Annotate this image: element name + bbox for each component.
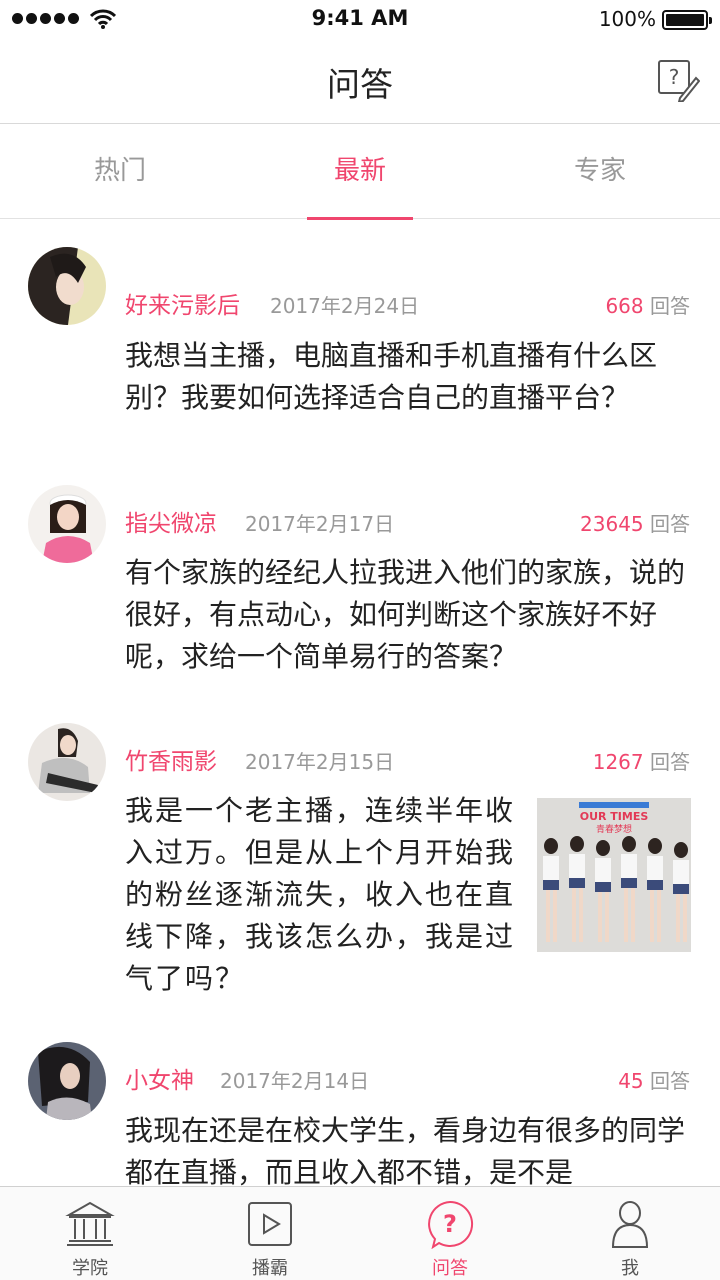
author-name[interactable]: 好来污影后 — [125, 288, 240, 324]
post-date: 2017年2月14日 — [220, 1069, 370, 1093]
avatar[interactable] — [28, 723, 106, 801]
question-feed[interactable]: 好来污影后 2017年2月24日 668 回答 我想当主播，电脑直播和手机直播有… — [0, 220, 720, 1186]
tab-experts-label: 专家 — [573, 156, 626, 186]
answer-count: 45 回答 — [618, 1069, 690, 1093]
tabbar-profile-label: 我 — [621, 1258, 639, 1279]
tabbar-academy[interactable]: 学院 — [0, 1187, 180, 1280]
question-item[interactable]: 好来污影后 2017年2月24日 668 回答 我想当主播，电脑直播和手机直播有… — [0, 240, 720, 460]
category-tabs: 热门 最新 专家 — [0, 125, 720, 220]
question-meta: 小女神 2017年2月14日 45 回答 — [125, 1063, 690, 1099]
author-name[interactable]: 指尖微凉 — [125, 506, 217, 542]
question-icon: ? — [428, 1200, 474, 1249]
bottom-tab-bar: 学院 播霸 ? 问答 我 — [0, 1186, 720, 1280]
svg-text:?: ? — [669, 65, 680, 89]
tabbar-qa[interactable]: ? 问答 — [360, 1187, 540, 1280]
tab-hot-label: 热门 — [93, 156, 146, 186]
tabbar-play-label: 播霸 — [252, 1258, 288, 1279]
author-name[interactable]: 竹香雨影 — [125, 744, 217, 780]
question-text[interactable]: 我想当主播，电脑直播和手机直播有什么区别？我要如何选择适合自己的直播平台？ — [125, 335, 695, 419]
question-item[interactable]: 指尖微凉 2017年2月17日 23645 回答 有个家族的经纪人拉我进入他们的… — [0, 478, 720, 678]
question-item[interactable]: 竹香雨影 2017年2月15日 1267 回答 我是一个老主播，连续半年收入过万… — [0, 716, 720, 995]
profile-icon — [611, 1201, 649, 1248]
tab-hot[interactable]: 热门 — [0, 125, 240, 219]
answer-count: 23645 回答 — [580, 512, 690, 536]
status-bar: 9:41 AM 100% — [0, 0, 720, 40]
tab-latest[interactable]: 最新 — [240, 125, 480, 220]
image-subcaption: 青春梦想 — [596, 823, 632, 835]
question-text[interactable]: 我现在还是在校大学生，看身边有很多的同学都在直播，而且收入都不错，是不是 — [125, 1110, 695, 1186]
answer-count: 668 回答 — [605, 294, 690, 318]
battery-percentage: 100% — [598, 7, 656, 31]
question-image[interactable]: OUR TIMES 青春梦想 — [537, 798, 691, 952]
tabbar-profile[interactable]: 我 — [540, 1187, 720, 1280]
image-caption: OUR TIMES — [580, 810, 649, 823]
question-text[interactable]: 有个家族的经纪人拉我进入他们的家族，说的很好，有点动心，如何判断这个家族好不好呢… — [125, 552, 695, 678]
tabbar-play[interactable]: 播霸 — [180, 1187, 360, 1280]
tab-latest-label: 最新 — [333, 156, 386, 186]
avatar[interactable] — [28, 485, 106, 563]
question-meta: 指尖微凉 2017年2月17日 23645 回答 — [125, 506, 690, 542]
tabbar-qa-label: 问答 — [432, 1258, 468, 1279]
avatar[interactable] — [28, 1042, 106, 1120]
question-text[interactable]: 我是一个老主播，连续半年收入过万。但是从上个月开始我的粉丝逐渐流失，收入也在直线… — [125, 790, 515, 1000]
page-title: 问答 — [327, 65, 393, 104]
avatar[interactable] — [28, 247, 106, 325]
post-date: 2017年2月15日 — [245, 750, 395, 774]
question-meta: 竹香雨影 2017年2月15日 1267 回答 — [125, 744, 690, 780]
answer-count: 1267 回答 — [592, 750, 690, 774]
author-name[interactable]: 小女神 — [125, 1063, 194, 1099]
question-meta: 好来污影后 2017年2月24日 668 回答 — [125, 288, 690, 324]
question-item[interactable]: 小女神 2017年2月14日 45 回答 我现在还是在校大学生，看身边有很多的同… — [0, 1032, 720, 1186]
post-date: 2017年2月24日 — [270, 294, 420, 318]
ask-question-button[interactable]: ? — [656, 58, 700, 102]
svg-text:?: ? — [443, 1210, 457, 1238]
post-date: 2017年2月17日 — [245, 512, 395, 536]
navigation-bar: 问答 ? — [0, 40, 720, 124]
battery-icon — [662, 10, 712, 30]
play-icon — [248, 1202, 292, 1246]
tabbar-academy-label: 学院 — [72, 1258, 108, 1279]
academy-icon — [65, 1201, 115, 1246]
tab-experts[interactable]: 专家 — [480, 125, 720, 219]
